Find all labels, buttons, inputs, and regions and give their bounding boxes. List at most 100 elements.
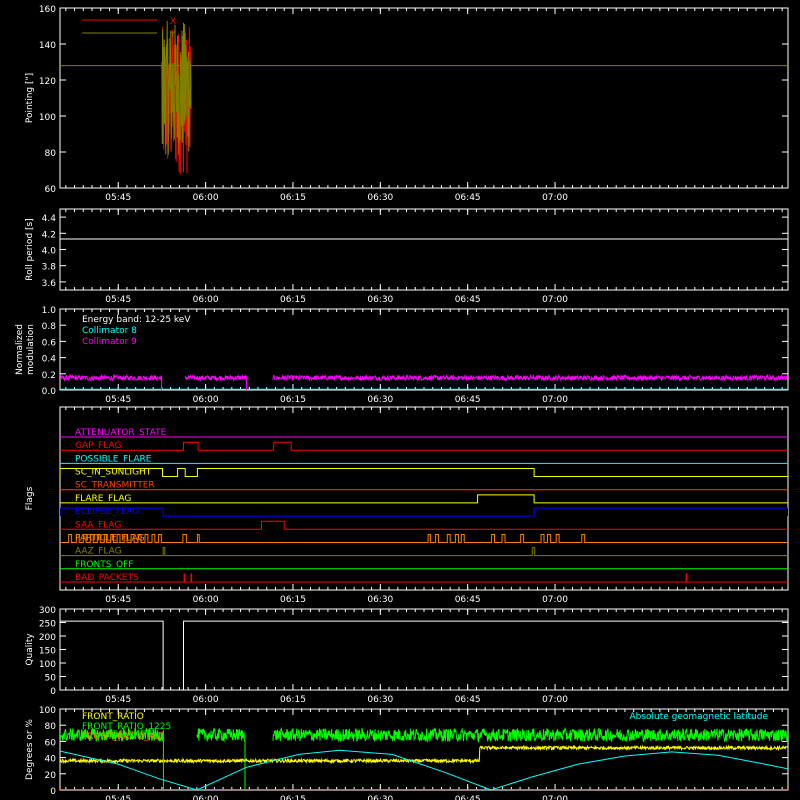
panel-flags: 05:45 06:00 06:15 06:30 06:45 07:00 Flags ATTEN… bbox=[25, 406, 789, 605]
flag-trace-bad-packets bbox=[60, 573, 788, 583]
y-tick-label: 60 bbox=[45, 185, 57, 195]
y-tick-label: 300 bbox=[39, 606, 56, 616]
flag-trace-sc-in-sunlight bbox=[60, 468, 788, 477]
y-axis-label: modulation bbox=[26, 324, 36, 375]
y-tick-label: 0.0 bbox=[42, 387, 57, 397]
rhessi-summary-plot: 05:45 06:00 06:15 06:30 06:45 07:00 60 80 100 120… bbox=[0, 0, 800, 800]
y-axis-label: Normalized bbox=[15, 324, 25, 375]
y-tick-label: 40 bbox=[45, 755, 57, 765]
x-tick-label: 06:15 bbox=[280, 295, 306, 305]
x-tick-label: 06:45 bbox=[455, 795, 481, 800]
x-tick-label: 06:45 bbox=[455, 193, 481, 203]
x-tick-label: 06:30 bbox=[367, 695, 393, 705]
legend-label: FRONT_RATIO_ALT bbox=[82, 732, 164, 742]
x-tick-label: 06:30 bbox=[367, 295, 393, 305]
flag-label-gap-flag: GAP_FLAG bbox=[75, 441, 121, 451]
plot-canvas: 05:45 06:00 06:15 06:30 06:45 07:00 60 80 100 120… bbox=[15, 5, 789, 800]
x-tick-label: 06:30 bbox=[367, 193, 393, 203]
series-group bbox=[60, 726, 788, 790]
x-tick-label: 06:00 bbox=[193, 795, 219, 800]
y-axis-label: Degrees or % bbox=[25, 719, 35, 780]
y-axis-label: Quality bbox=[25, 633, 35, 666]
panel-quality: 05:45 06:00 06:15 06:30 06:45 07:00 0 50 100 150 2… bbox=[25, 606, 789, 705]
y-tick-label: 4.4 bbox=[42, 214, 57, 224]
x-tick-label: 06:15 bbox=[280, 695, 306, 705]
y-tick-label: 0 bbox=[50, 787, 56, 797]
x-tick-label: 07:00 bbox=[542, 595, 568, 605]
x-tick-label: 07:00 bbox=[542, 795, 568, 800]
flag-label-saa-flag: SAA_FLAG bbox=[75, 520, 121, 530]
series-quality bbox=[60, 620, 788, 690]
x-tick-label: 06:30 bbox=[367, 795, 393, 800]
legend-label-y: Y bbox=[169, 30, 176, 40]
series-group bbox=[60, 20, 788, 175]
x-tick-label: 06:15 bbox=[280, 795, 306, 800]
x-tick-label: 06:45 bbox=[455, 395, 481, 405]
x-tick-label: 07:00 bbox=[542, 395, 568, 405]
x-tick-label: 05:45 bbox=[105, 395, 131, 405]
flag-trace-gap-flag bbox=[60, 441, 788, 451]
y-tick-label: 120 bbox=[39, 77, 56, 87]
panel-frame bbox=[59, 208, 789, 291]
x-tick-label: 06:15 bbox=[280, 395, 306, 405]
panel-roll: 05:45 06:00 06:15 06:30 06:45 07:00 3.6 3.8 4.0 4… bbox=[25, 208, 789, 305]
y-tick-label: 4.0 bbox=[42, 247, 57, 257]
x-tick-label: 07:00 bbox=[542, 695, 568, 705]
series-collimator-9 bbox=[60, 373, 163, 390]
panel-modulation: 05:45 06:00 06:15 06:30 06:45 07:00 0.0 0.2 0.4 0… bbox=[15, 306, 789, 405]
flag-label-particle-flag: PARTICLE_FLAG bbox=[75, 533, 145, 543]
y-axis-label: Pointing ["] bbox=[25, 73, 35, 123]
y-tick-label: 60 bbox=[45, 738, 57, 748]
flag-label-aaz-flag: AAZ_FLAG bbox=[75, 547, 122, 557]
y-tick-label: 3.6 bbox=[42, 279, 57, 289]
legend-label-x: X bbox=[170, 17, 176, 27]
x-tick-label: 05:45 bbox=[105, 295, 131, 305]
y-tick-label: 50 bbox=[45, 674, 57, 684]
y-tick-label: 1.0 bbox=[42, 306, 57, 316]
y-tick-label: 80 bbox=[45, 149, 57, 159]
y-tick-label: 250 bbox=[39, 620, 56, 630]
y-tick-label: 0 bbox=[50, 687, 56, 697]
x-tick-label: 05:45 bbox=[105, 695, 131, 705]
legend-label: FRONT_RATIO_1225 bbox=[82, 722, 171, 732]
flag-trace-aaz-flag bbox=[60, 547, 788, 557]
flag-trace-particle-flag bbox=[60, 534, 788, 543]
flag-trace-saa-flag bbox=[60, 520, 788, 530]
legend-label: Collimator 9 bbox=[82, 337, 137, 347]
series-collimator-9 bbox=[272, 373, 788, 383]
y-tick-label: 0.8 bbox=[42, 322, 57, 332]
flag-trace-flare-flag bbox=[60, 494, 788, 504]
legend-label: FRONT_RATIO bbox=[82, 712, 144, 722]
y-tick-label: 160 bbox=[39, 5, 56, 15]
x-tick-label: 07:00 bbox=[542, 295, 568, 305]
x-tick-label: 06:45 bbox=[455, 295, 481, 305]
y-axis-label: Roll period [s] bbox=[25, 218, 35, 280]
flag-label-bad-packets: BAD_PACKETS bbox=[75, 573, 139, 583]
series-collimator-9 bbox=[184, 373, 247, 390]
x-tick-label: 06:00 bbox=[193, 695, 219, 705]
x-tick-label: 06:00 bbox=[193, 595, 219, 605]
y-axis-label: Flags bbox=[25, 486, 35, 510]
y-tick-label: 100 bbox=[39, 660, 56, 670]
y-tick-label: 3.8 bbox=[42, 263, 57, 273]
x-tick-label: 06:30 bbox=[367, 595, 393, 605]
x-tick-label: 06:45 bbox=[455, 595, 481, 605]
y-tick-label: 20 bbox=[45, 771, 57, 781]
y-tick-label: 100 bbox=[39, 706, 56, 716]
x-tick-label: 07:00 bbox=[542, 193, 568, 203]
series-front-ratio bbox=[60, 744, 788, 765]
y-tick-label: 0.2 bbox=[42, 371, 56, 381]
flag-label-eclipse-flag: ECLIPSE_FLAG bbox=[75, 507, 139, 517]
series-front-ratio-1225 bbox=[272, 726, 788, 744]
flag-label-flare-flag: FLARE_FLAG bbox=[75, 494, 131, 504]
x-tick-label: 05:45 bbox=[105, 795, 131, 800]
x-tick-label: 06:00 bbox=[193, 395, 219, 405]
legend-label-geomagnetic-latitude: Absolute geomagnetic latitude bbox=[629, 712, 768, 722]
panel-ratios: 05:45 06:00 06:15 06:30 06:45 07:00 0 20 40 60 80 1… bbox=[25, 706, 789, 800]
y-tick-label: 100 bbox=[39, 113, 56, 123]
y-tick-label: 150 bbox=[39, 647, 56, 657]
flag-label-fronts-off: FRONTS_OFF bbox=[75, 560, 133, 570]
x-tick-label: 06:15 bbox=[280, 193, 306, 203]
panel-frame bbox=[59, 406, 789, 591]
flag-trace-eclipse-flag bbox=[60, 507, 788, 517]
